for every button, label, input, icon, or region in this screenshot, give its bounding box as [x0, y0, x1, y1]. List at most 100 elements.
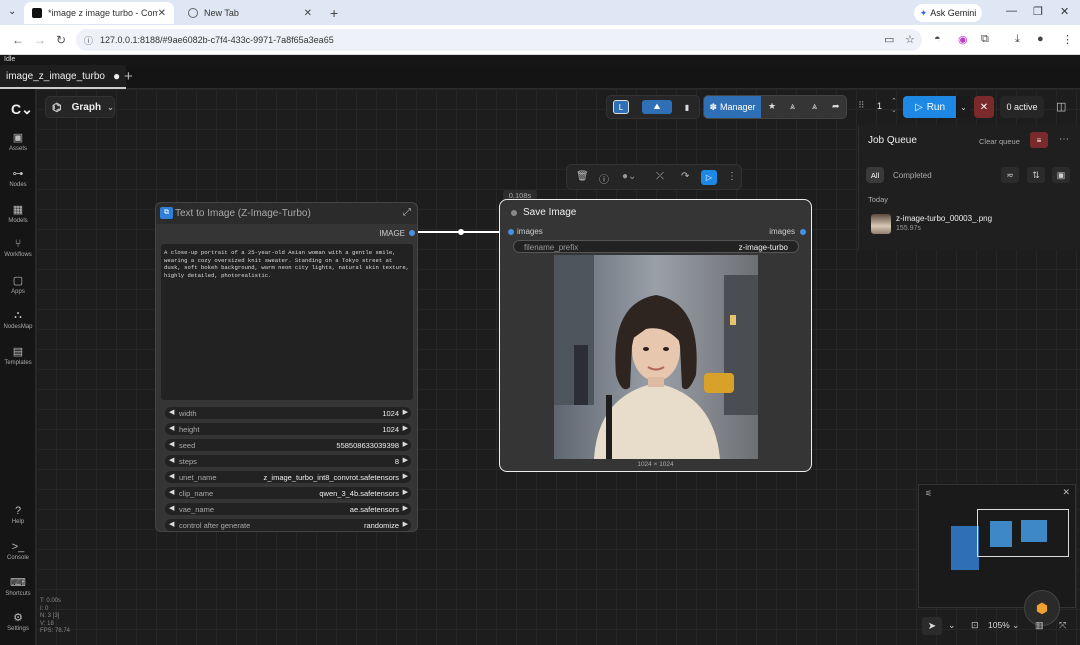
height-widget[interactable]: ◀ height 1024 ▶ [165, 423, 411, 435]
url-field[interactable]: ⓘ 127.0.0.1:8188/#9ae6082b-c7f4-433c-997… [76, 29, 922, 51]
comfy-logo-icon[interactable]: C⌄ [11, 101, 33, 118]
star-icon[interactable]: ★ [768, 101, 776, 112]
sidebar-item-workflows[interactable]: ⑂ Workflows [0, 238, 36, 258]
mode-chevron-down-icon[interactable]: ⌄ [948, 620, 956, 631]
increment-arrow-icon[interactable]: ▶ [403, 424, 408, 432]
increment-arrow-icon[interactable]: ▶ [403, 472, 408, 480]
delete-trash-icon[interactable]: 🗑 [576, 171, 589, 182]
bypass-icon[interactable]: ⤫ [656, 171, 664, 182]
sidebar-item-nodesmap[interactable]: ⛬ NodesMap [0, 309, 36, 330]
clear-queue-icon[interactable]: ≡ [1030, 132, 1048, 148]
forward-icon[interactable]: → [34, 33, 46, 47]
convert-subgraph-icon[interactable]: ↷ [681, 171, 689, 182]
color-picker-icon[interactable]: ●⌄ [622, 171, 636, 182]
control-after-generate-widget[interactable]: ◀ control after generate randomize ▶ [165, 519, 411, 531]
link-midpoint[interactable] [458, 229, 464, 235]
stepper-arrows-icon[interactable]: ⌃ ⌄ [891, 97, 897, 115]
close-tab-icon[interactable]: ✕ [158, 8, 166, 19]
decrement-arrow-icon[interactable]: ◀ [169, 440, 174, 448]
fit-view-icon[interactable]: ⊡ [971, 620, 979, 631]
sidebar-item-models[interactable]: ▦ Models [0, 203, 36, 224]
increment-arrow-icon[interactable]: ▶ [403, 504, 408, 512]
zoom-level[interactable]: 105% [988, 620, 1010, 630]
collapse-dot-icon[interactable] [511, 210, 517, 216]
decrement-arrow-icon[interactable]: ◀ [169, 520, 174, 528]
input-slot[interactable] [508, 229, 514, 235]
browser-tab-comfy[interactable]: *image z image turbo - Comfy ✕ [24, 2, 174, 24]
decrement-arrow-icon[interactable]: ◀ [169, 456, 174, 464]
reload-icon[interactable]: ↻ [56, 33, 66, 47]
select-mode-icon[interactable]: ➤ [922, 617, 942, 635]
l-badge-button[interactable]: L [613, 100, 629, 114]
increment-arrow-icon[interactable]: ▶ [403, 408, 408, 416]
width-widget[interactable]: ◀ width 1024 ▶ [165, 407, 411, 419]
site-info-icon[interactable]: ⓘ [84, 34, 93, 47]
minimap-viewport[interactable] [977, 509, 1069, 557]
execute-selected-button[interactable]: ▷ [701, 170, 717, 185]
vae-name-widget[interactable]: ◀ vae_name ae.safetensors ▶ [165, 503, 411, 515]
expand-subgraph-icon[interactable]: ⤢ [403, 207, 411, 218]
restore-icon[interactable]: ❐ [1033, 5, 1043, 18]
mountain-icon[interactable]: ⛰ [642, 100, 672, 114]
link-visibility-icon[interactable]: ⤧ [1059, 620, 1066, 631]
minimap-settings-icon[interactable]: ⚟ [925, 489, 932, 498]
browser-menu-icon[interactable]: ⋮ [1062, 33, 1073, 46]
extension-glasses-icon[interactable]: ◓ [934, 33, 941, 45]
run-button[interactable]: ▷ Run ⌄ [903, 96, 970, 118]
close-minimap-icon[interactable]: ✕ [1062, 487, 1070, 498]
close-window-icon[interactable]: ✕ [1060, 5, 1069, 18]
sidebar-item-apps[interactable]: ▢ Apps [0, 274, 36, 295]
share-arrow-icon[interactable]: ➦ [832, 101, 840, 112]
sidebar-item-help[interactable]: ? Help [0, 505, 36, 525]
model-download-icon[interactable]: ⩓ [790, 101, 795, 112]
generated-image-preview[interactable] [554, 255, 758, 459]
output-slot[interactable] [800, 229, 806, 235]
batch-count-stepper[interactable]: ⠿ 1 ⌃ ⌄ [858, 95, 898, 119]
text-to-image-node[interactable]: ⧉ Text to Image (Z-Image-Turbo) ⤢ IMAGE … [155, 202, 418, 532]
seed-widget[interactable]: ◀ seed 558508633039398 ▶ [165, 439, 411, 451]
more-icon[interactable]: ⋮ [727, 171, 737, 182]
decrement-arrow-icon[interactable]: ◀ [169, 472, 174, 480]
drag-handle-icon[interactable]: ⠿ [858, 100, 865, 111]
profile-avatar-icon[interactable]: ● [1037, 33, 1044, 45]
sidebar-item-console[interactable]: >_ Console [0, 541, 36, 561]
increment-arrow-icon[interactable]: ▶ [403, 520, 408, 528]
workflow-tab[interactable]: image_z_image_turbo ● [0, 65, 127, 89]
tab-completed[interactable]: Completed [893, 171, 932, 180]
run-options-chevron-icon[interactable]: ⌄ [956, 96, 970, 118]
save-image-node[interactable]: Save Image images images filename_prefix… [499, 199, 812, 472]
decrement-arrow-icon[interactable]: ◀ [169, 408, 174, 416]
minimap-toggle-icon[interactable]: ▥ [1035, 620, 1044, 631]
sidebar-item-nodes[interactable]: ⊶ Nodes [0, 167, 36, 188]
clear-queue-link[interactable]: Clear queue [979, 137, 1020, 146]
minimize-icon[interactable]: — [1006, 5, 1017, 17]
manager-button[interactable]: ✽ Manager [704, 96, 761, 118]
tab-search-chevron-icon[interactable]: ⌄ [8, 6, 16, 17]
job-item[interactable]: z-image-turbo_00003_.png 155.97s [871, 213, 1071, 235]
zoom-chevron-down-icon[interactable]: ⌄ [1012, 620, 1020, 631]
extension-color-icon[interactable]: ◉ [958, 33, 968, 46]
info-icon[interactable]: ⓘ [599, 171, 609, 186]
cancel-run-button[interactable]: ✕ [974, 96, 994, 118]
new-tab-icon[interactable]: + [330, 5, 338, 21]
decrement-arrow-icon[interactable]: ◀ [169, 488, 174, 496]
filter-icon[interactable]: ≂ [1001, 167, 1019, 183]
gallery-icon[interactable]: ▣ [1052, 167, 1070, 183]
toggle-panel-icon[interactable]: ◫ [1056, 100, 1066, 113]
graph-mode-button[interactable]: ⌬ Graph ⌄ [45, 96, 115, 118]
download-icon[interactable]: ⤓ [1015, 33, 1020, 46]
add-workflow-icon[interactable]: + [124, 68, 133, 85]
prompt-textarea[interactable]: A close-up portrait of a 25-year-old Asi… [161, 244, 413, 400]
filename-prefix-widget[interactable]: filename_prefix z-image-turbo [513, 240, 799, 253]
sidebar-item-templates[interactable]: ▤ Templates [0, 345, 36, 366]
increment-arrow-icon[interactable]: ▶ [403, 488, 408, 496]
bookmark-star-icon[interactable]: ☆ [905, 33, 915, 46]
more-options-icon[interactable]: ⋯ [1059, 134, 1069, 145]
decrement-arrow-icon[interactable]: ◀ [169, 504, 174, 512]
extensions-puzzle-icon[interactable]: ⧉ [981, 33, 989, 46]
model-share-icon[interactable]: ⩓ [812, 101, 817, 112]
bookmark-icon[interactable]: ▮ [679, 100, 695, 114]
close-tab-icon[interactable]: ✕ [304, 8, 312, 19]
tab-all[interactable]: All [866, 167, 884, 183]
active-jobs-button[interactable]: 0 active [1000, 96, 1044, 118]
